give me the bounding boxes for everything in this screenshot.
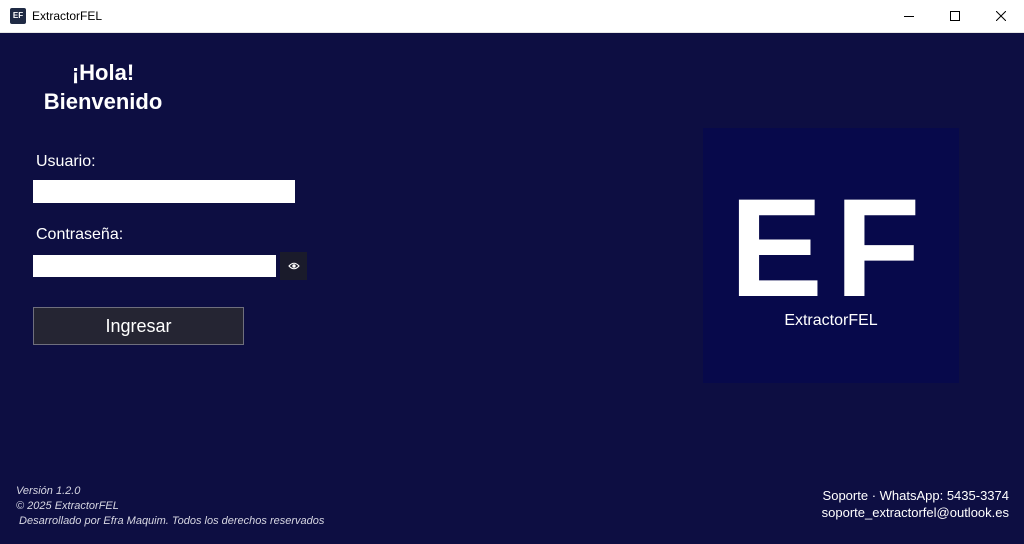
maximize-icon [950,11,960,21]
support-phone: Soporte · WhatsApp: 5435-3374 [822,488,1009,503]
minimize-button[interactable] [886,0,932,32]
greeting: ¡Hola! Bienvenido [30,58,176,116]
minimize-icon [904,16,914,17]
close-button[interactable] [978,0,1024,32]
eye-icon [287,262,300,270]
username-input[interactable] [33,180,295,203]
support-email: soporte_extractorfel@outlook.es [821,505,1009,520]
username-label: Usuario: [36,153,96,170]
maximize-button[interactable] [932,0,978,32]
login-window: EF ExtractorFEL ¡Hola! Bienvenido Usuari… [0,0,1024,544]
version-text: Versión 1.2.0 [16,485,81,497]
close-icon [996,11,1006,21]
window-title: ExtractorFEL [32,9,103,23]
support-info: Soporte · WhatsApp: 5435-3374 soporte_ex… [822,487,1009,521]
logo-name: ExtractorFEL [784,312,878,329]
logo-letters: EF [729,169,933,326]
app-logo: EF ExtractorFEL [703,128,959,383]
credits-text: Desarrollado por Efra Maquim. Todos los … [16,515,325,527]
greeting-line-2: Bienvenido [43,89,163,114]
copyright-text: © 2025 ExtractorFEL [16,500,119,512]
title-bar[interactable]: EF ExtractorFEL [0,0,1024,33]
greeting-line-1: ¡Hola! [71,60,135,85]
login-button-label: Ingresar [105,315,172,336]
login-button[interactable]: Ingresar [33,307,244,345]
app-icon: EF [10,8,26,24]
footer-info: Versión 1.2.0 © 2025 ExtractorFEL Desarr… [16,484,324,529]
show-password-button[interactable] [280,252,307,280]
password-label: Contraseña: [36,226,124,243]
password-input[interactable] [33,255,276,277]
